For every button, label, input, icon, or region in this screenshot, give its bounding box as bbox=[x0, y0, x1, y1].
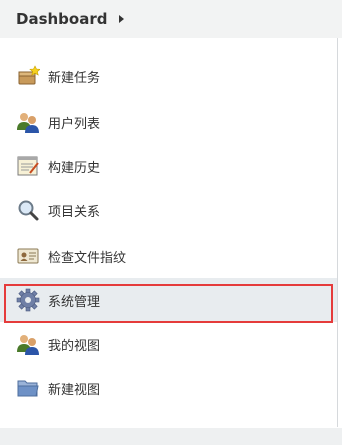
folder-icon bbox=[16, 376, 40, 400]
sidebar-item-fingerprint[interactable]: 检查文件指纹 bbox=[0, 234, 337, 278]
users-icon bbox=[16, 110, 40, 134]
breadcrumb-bar: Dashboard bbox=[0, 0, 342, 38]
sidebar-tasks: 新建任务 用户列表 构建历史 项目关系 检查文件指纹 系统管理 我的视图 新建视… bbox=[0, 38, 338, 427]
sidebar-item-label: 构建历史 bbox=[48, 161, 101, 176]
sidebar-item-label: 新建视图 bbox=[48, 383, 101, 398]
sidebar-item-my-views[interactable]: 我的视图 bbox=[0, 322, 337, 366]
sidebar-item-label: 项目关系 bbox=[48, 205, 101, 220]
breadcrumb-dashboard[interactable]: Dashboard bbox=[16, 10, 107, 28]
new-item-icon bbox=[16, 64, 41, 88]
chevron-right-icon[interactable] bbox=[119, 15, 124, 23]
notepad-icon bbox=[16, 154, 40, 178]
sidebar-item-project-relationship[interactable]: 项目关系 bbox=[0, 188, 337, 232]
sidebar-item-build-history[interactable]: 构建历史 bbox=[0, 144, 337, 188]
footer-bar bbox=[0, 428, 342, 445]
sidebar-item-label: 用户列表 bbox=[48, 117, 101, 132]
sidebar-item-label: 系统管理 bbox=[48, 295, 101, 310]
sidebar-item-new-view[interactable]: 新建视图 bbox=[0, 366, 337, 410]
fingerprint-card-icon bbox=[16, 244, 40, 268]
sidebar-item-new-item[interactable]: 新建任务 bbox=[0, 54, 337, 98]
sidebar-item-users[interactable]: 用户列表 bbox=[0, 100, 337, 144]
sidebar-item-label: 我的视图 bbox=[48, 339, 101, 354]
search-icon bbox=[16, 198, 40, 222]
gear-icon bbox=[16, 288, 40, 312]
sidebar-item-label: 新建任务 bbox=[48, 71, 101, 86]
sidebar-item-manage-jenkins[interactable]: 系统管理 bbox=[0, 278, 337, 322]
sidebar-item-label: 检查文件指纹 bbox=[48, 251, 127, 266]
user-icon bbox=[16, 332, 40, 356]
